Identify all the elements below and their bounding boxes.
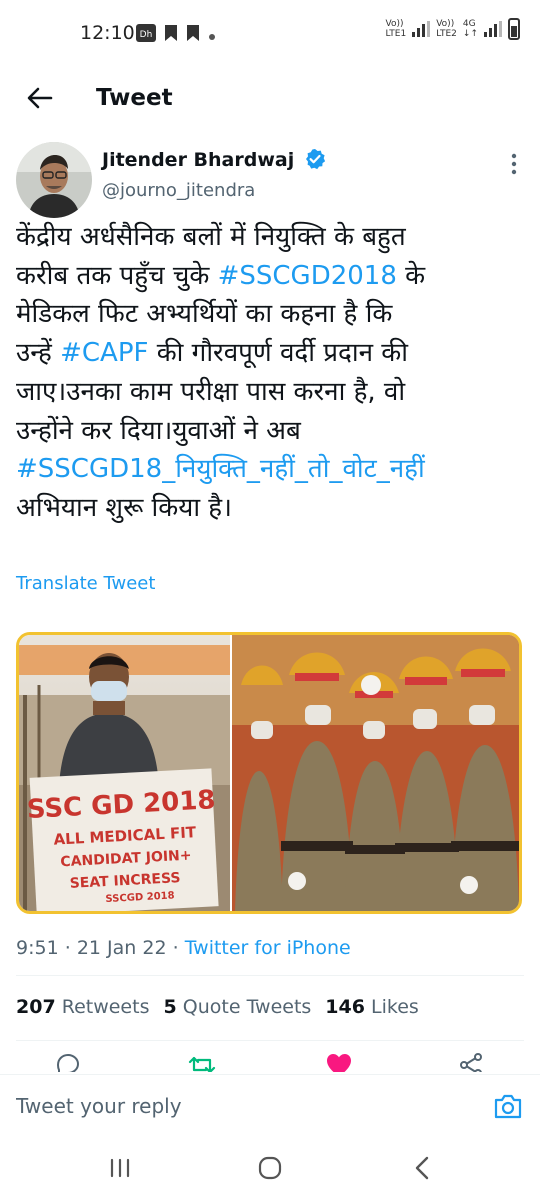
divider: [16, 1040, 524, 1041]
sim1-network-label: Vo)) LTE1: [385, 19, 407, 39]
back-button[interactable]: [16, 74, 64, 122]
divider: [16, 975, 524, 976]
bookmark-notification-icon: [186, 24, 200, 46]
tweet-text-segment: करीब तक पहुँच चुके: [16, 260, 218, 291]
status-bar: 12:10 Dh Vo)) LTE1 Vo)) LTE2 4G ↓↑: [0, 0, 540, 66]
tweet-text-line: अभियान शुरू किया है।: [16, 489, 526, 528]
tweet-stats: 207 Retweets 5 Quote Tweets 146 Likes: [16, 994, 419, 1020]
page-title: Tweet: [96, 85, 173, 111]
battery-icon: [508, 18, 520, 40]
camera-button[interactable]: [490, 1090, 526, 1122]
arrow-left-icon: [27, 87, 53, 109]
tweet-text-segment: मेडिकल फिट अभ्यर्थियों का कहना है कि: [16, 299, 393, 330]
system-back-button[interactable]: [402, 1152, 442, 1184]
like-heart-icon[interactable]: [325, 1052, 353, 1072]
recent-apps-button[interactable]: [100, 1152, 140, 1184]
retweet-icon[interactable]: [188, 1052, 216, 1072]
tweet-text-line: करीब तक पहुँच चुके #SSCGD2018 के: [16, 257, 526, 296]
tweet-text-segment: के: [396, 260, 426, 291]
verified-badge-icon: [304, 148, 326, 170]
signal-1-icon: [412, 21, 431, 37]
more-options-button[interactable]: [500, 150, 528, 178]
tweet-text-line: उन्होंने कर दिया।युवाओं ने अब: [16, 412, 526, 451]
camera-icon: [494, 1094, 522, 1119]
system-navigation-bar: [0, 1136, 540, 1200]
author-handle[interactable]: @journo_jitendra: [102, 178, 255, 204]
tweet-text-segment: जाए।उनका काम परीक्षा पास करना है, वो: [16, 376, 406, 407]
translate-tweet-link[interactable]: Translate Tweet: [16, 572, 155, 596]
reply-input[interactable]: [16, 1089, 456, 1123]
tweet-text-segment: अभियान शुरू किया है।: [16, 492, 232, 523]
hashtag-link[interactable]: #SSCGD18_नियुक्ति_नहीं_तो_वोट_नहीं: [16, 454, 425, 484]
tweet-text-line: केंद्रीय अर्धसैनिक बलों में नियुक्ति के …: [16, 218, 526, 257]
recent-apps-icon: [110, 1158, 130, 1178]
dailyhunt-notification-icon: Dh: [136, 24, 156, 46]
system-status-icons: Vo)) LTE1 Vo)) LTE2 4G ↓↑: [386, 18, 520, 40]
notification-icons: Dh: [136, 24, 216, 46]
tweet-text-segment: उन्हें: [16, 338, 61, 369]
tweet-media-image[interactable]: SSC GD 2018 ALL MEDICAL FIT CANDIDAT JOI…: [16, 632, 522, 914]
tweet-text-line: मेडिकल फिट अभ्यर्थियों का कहना है कि: [16, 295, 526, 334]
tweet-actions: [0, 1050, 540, 1072]
svg-text:Dh: Dh: [140, 30, 153, 40]
tweet-text-line: उन्हें #CAPF की गौरवपूर्ण वर्दी प्रदान क…: [16, 334, 526, 373]
tweet-timestamp: 9:51 · 21 Jan 22 · Twitter for iPhone: [16, 937, 351, 959]
tweet-text-segment: की गौरवपूर्ण वर्दी प्रदान की: [148, 338, 408, 369]
chevron-left-icon: [415, 1156, 429, 1180]
retweets-stat[interactable]: 207 Retweets: [16, 996, 149, 1018]
tweet-text-segment: उन्होंने कर दिया।युवाओं ने अब: [16, 415, 301, 446]
home-icon: [258, 1156, 282, 1180]
tweet-source-link[interactable]: Twitter for iPhone: [185, 937, 351, 959]
author-name[interactable]: Jitender Bhardwaj: [102, 147, 294, 173]
hashtag-link[interactable]: #CAPF: [60, 338, 148, 368]
hashtag-link[interactable]: #SSCGD2018: [218, 261, 397, 291]
more-vertical-icon: [511, 153, 517, 175]
bookmark-notification-icon: [164, 24, 178, 46]
home-button[interactable]: [250, 1152, 290, 1184]
share-icon[interactable]: [458, 1052, 484, 1072]
top-app-bar: Tweet: [0, 66, 540, 130]
reply-bar: [0, 1074, 540, 1137]
reply-icon[interactable]: [55, 1052, 81, 1072]
sim2-network-label: Vo)) LTE2: [436, 19, 457, 39]
signal-2-icon: [484, 21, 502, 37]
more-notifications-dot-icon: [208, 26, 216, 45]
status-time: 12:10: [80, 22, 135, 44]
tweet-text-line: #SSCGD18_नियुक्ति_नहीं_तो_वोट_नहीं: [16, 450, 526, 489]
network-type-label: 4G ↓↑: [462, 19, 478, 39]
likes-stat[interactable]: 146 Likes: [325, 996, 419, 1018]
tweet-text-segment: केंद्रीय अर्धसैनिक बलों में नियुक्ति के …: [16, 222, 406, 252]
quote-tweets-stat[interactable]: 5 Quote Tweets: [163, 996, 311, 1018]
tweet-text-line: जाए।उनका काम परीक्षा पास करना है, वो: [16, 373, 526, 412]
tweet-text: केंद्रीय अर्धसैनिक बलों में नियुक्ति के …: [16, 218, 526, 528]
author-avatar[interactable]: [16, 142, 92, 218]
